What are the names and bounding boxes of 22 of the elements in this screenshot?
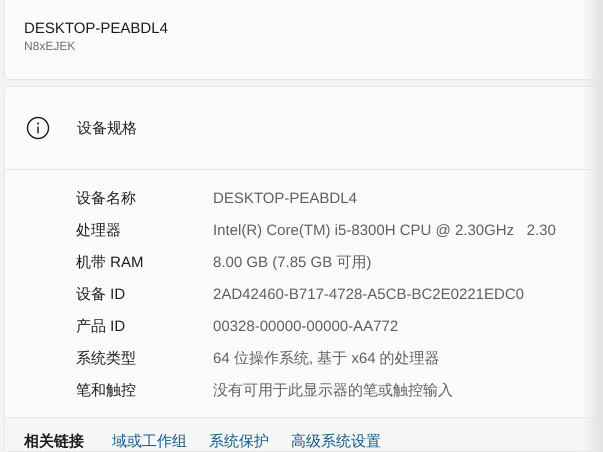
device-model: N8xEJEK <box>24 39 76 53</box>
spec-label: 系统类型 <box>76 349 137 369</box>
related-link[interactable]: 高级系统设置 <box>291 432 381 451</box>
spec-label: 设备 ID <box>76 285 126 305</box>
spec-value: 8.00 GB (7.85 GB 可用) <box>213 253 372 273</box>
spec-label: 处理器 <box>76 221 122 241</box>
spec-value: 64 位操作系统, 基于 x64 的处理器 <box>213 349 441 369</box>
related-link[interactable]: 系统保护 <box>209 432 269 451</box>
spec-label: 笔和触控 <box>76 381 137 401</box>
device-name: DESKTOP-PEABDL4 <box>24 20 169 37</box>
spec-label: 设备名称 <box>76 189 137 209</box>
spec-label: 机带 RAM <box>76 253 144 273</box>
spec-value: Intel(R) Core(TM) i5-8300H CPU @ 2.30GHz 2.30 <box>213 221 557 241</box>
spec-value: DESKTOP-PEABDL4 <box>213 189 358 209</box>
info-icon <box>26 116 50 140</box>
related-links-title: 相关链接 <box>24 432 84 451</box>
spec-value: 没有可用于此显示器的笔或触控输入 <box>213 381 454 401</box>
spec-value: 00328-00000-00000-AA772 <box>213 317 400 337</box>
related-link[interactable]: 域或工作组 <box>112 432 187 451</box>
spec-label: 产品 ID <box>76 317 126 337</box>
section-title: 设备规格 <box>77 118 137 138</box>
spec-value: 2AD42460-B717-4728-A5CB-BC2E0221EDC0 <box>213 285 526 305</box>
